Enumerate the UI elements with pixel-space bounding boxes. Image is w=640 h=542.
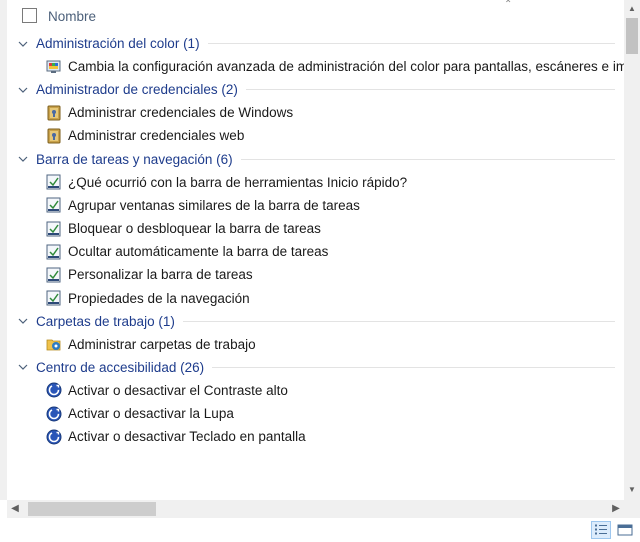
group-title: Centro de accesibilidad (26) bbox=[36, 359, 205, 375]
group-divider bbox=[212, 366, 615, 368]
list-item[interactable]: Activar o desactivar la Lupa bbox=[7, 402, 624, 425]
vertical-scrollbar[interactable]: ▲ ▼ bbox=[624, 0, 640, 500]
group-title: Administración del color (1) bbox=[36, 36, 200, 51]
group: Centro de accesibilidad (26) Activar o de… bbox=[7, 356, 624, 449]
list-item[interactable]: Administrar credenciales web bbox=[7, 124, 624, 147]
list-item-label: Bloquear o desbloquear la barra de tarea… bbox=[68, 221, 321, 237]
group-header[interactable]: Centro de accesibilidad (26) bbox=[7, 356, 624, 379]
list-item-label: Personalizar la barra de tareas bbox=[68, 267, 253, 283]
list-item-label: Administrar carpetas de trabajo bbox=[68, 336, 256, 352]
list-item-label: Activar o desactivar Teclado en pantalla bbox=[68, 429, 306, 445]
sort-ascending-icon: ⌃ bbox=[504, 0, 513, 10]
group-divider bbox=[207, 43, 615, 44]
chevron-down-icon[interactable] bbox=[18, 316, 28, 326]
list-item[interactable]: Propiedades de la navegación bbox=[7, 287, 624, 310]
taskbar-icon bbox=[46, 174, 62, 190]
horizontal-scrollbar[interactable]: ◀ ▶ bbox=[7, 500, 624, 518]
ease-of-access-icon bbox=[46, 382, 62, 398]
list-item[interactable]: Bloquear o desbloquear la barra de tarea… bbox=[7, 217, 624, 240]
taskbar-icon bbox=[46, 197, 62, 213]
group: Administración del color (1) Cambia la co… bbox=[7, 32, 624, 78]
tiles-view-button[interactable] bbox=[616, 521, 636, 539]
scroll-up-icon[interactable]: ▲ bbox=[624, 1, 640, 17]
list-item[interactable]: Activar o desactivar el Contraste alto bbox=[7, 379, 624, 402]
scroll-left-icon[interactable]: ◀ bbox=[7, 500, 23, 518]
group-title: Carpetas de trabajo (1) bbox=[36, 313, 175, 329]
color-management-icon bbox=[46, 59, 62, 75]
column-header-name[interactable]: Nombre bbox=[48, 9, 96, 24]
list-item-label: ¿Qué ocurrió con la barra de herramienta… bbox=[68, 174, 408, 190]
group-header[interactable]: Administrador de credenciales (2) bbox=[7, 78, 624, 101]
group-header[interactable]: Administración del color (1) bbox=[7, 32, 624, 55]
credential-vault-icon bbox=[46, 105, 62, 121]
taskbar-icon bbox=[46, 244, 62, 260]
list-item-label: Propiedades de la navegación bbox=[68, 290, 250, 306]
list-item-label: Agrupar ventanas similares de la barra d… bbox=[68, 197, 360, 213]
group-divider bbox=[182, 320, 615, 322]
large-icons-view-icon bbox=[617, 524, 633, 536]
vertical-scroll-thumb[interactable] bbox=[626, 18, 638, 54]
chevron-down-icon[interactable] bbox=[18, 362, 28, 372]
group-divider bbox=[245, 89, 615, 91]
left-border bbox=[0, 0, 7, 500]
list-item-label: Activar o desactivar el Contraste alto bbox=[68, 382, 288, 398]
status-bar bbox=[0, 518, 640, 542]
items-list-view[interactable]: Nombre ⌃ Administración del color (1) Cam… bbox=[7, 0, 624, 500]
taskbar-icon bbox=[46, 221, 62, 237]
list-item[interactable]: Cambia la configuración avanzada de admi… bbox=[7, 55, 624, 78]
list-item[interactable]: Agrupar ventanas similares de la barra d… bbox=[7, 194, 624, 217]
list-item-label: Ocultar automáticamente la barra de tare… bbox=[68, 244, 329, 260]
list-item[interactable]: Administrar carpetas de trabajo bbox=[7, 333, 624, 356]
horizontal-scroll-thumb[interactable] bbox=[28, 502, 156, 516]
group: Carpetas de trabajo (1) Administrar carpe… bbox=[7, 310, 624, 356]
list-item[interactable]: ¿Qué ocurrió con la barra de herramienta… bbox=[7, 171, 624, 194]
chevron-down-icon[interactable] bbox=[18, 39, 28, 49]
group-divider bbox=[240, 158, 615, 160]
group-header[interactable]: Carpetas de trabajo (1) bbox=[7, 310, 624, 333]
details-view-button[interactable] bbox=[591, 521, 611, 539]
list-item[interactable]: Ocultar automáticamente la barra de tare… bbox=[7, 240, 624, 263]
taskbar-icon bbox=[46, 267, 62, 283]
groups-container: Administración del color (1) Cambia la co… bbox=[7, 32, 624, 448]
credential-vault-icon bbox=[46, 128, 62, 144]
ease-of-access-icon bbox=[46, 406, 62, 422]
taskbar-icon bbox=[46, 290, 62, 306]
scrollbar-corner bbox=[624, 500, 640, 518]
ease-of-access-icon bbox=[46, 429, 62, 445]
work-folders-icon bbox=[46, 336, 62, 352]
list-item[interactable]: Administrar credenciales de Windows bbox=[7, 101, 624, 124]
group-title: Barra de tareas y navegación (6) bbox=[36, 151, 233, 167]
list-item[interactable]: Personalizar la barra de tareas bbox=[7, 263, 624, 286]
column-header: Nombre ⌃ bbox=[7, 0, 624, 32]
chevron-down-icon[interactable] bbox=[18, 85, 28, 95]
select-all-checkbox[interactable] bbox=[22, 8, 37, 23]
chevron-down-icon[interactable] bbox=[18, 154, 28, 164]
group-title: Administrador de credenciales (2) bbox=[36, 82, 238, 98]
group: Administrador de credenciales (2) Adminis… bbox=[7, 78, 624, 147]
list-item-label: Cambia la configuración avanzada de admi… bbox=[68, 59, 624, 75]
list-item-label: Activar o desactivar la Lupa bbox=[68, 406, 234, 422]
list-item[interactable]: Activar o desactivar Teclado en pantalla bbox=[7, 425, 624, 448]
group: Barra de tareas y navegación (6) ¿Qué ocu… bbox=[7, 148, 624, 310]
scroll-right-icon[interactable]: ▶ bbox=[608, 500, 624, 518]
details-view-icon bbox=[595, 524, 607, 535]
scroll-down-icon[interactable]: ▼ bbox=[624, 482, 640, 498]
list-item-label: Administrar credenciales de Windows bbox=[68, 105, 294, 121]
list-item-label: Administrar credenciales web bbox=[68, 128, 245, 144]
group-header[interactable]: Barra de tareas y navegación (6) bbox=[7, 148, 624, 171]
